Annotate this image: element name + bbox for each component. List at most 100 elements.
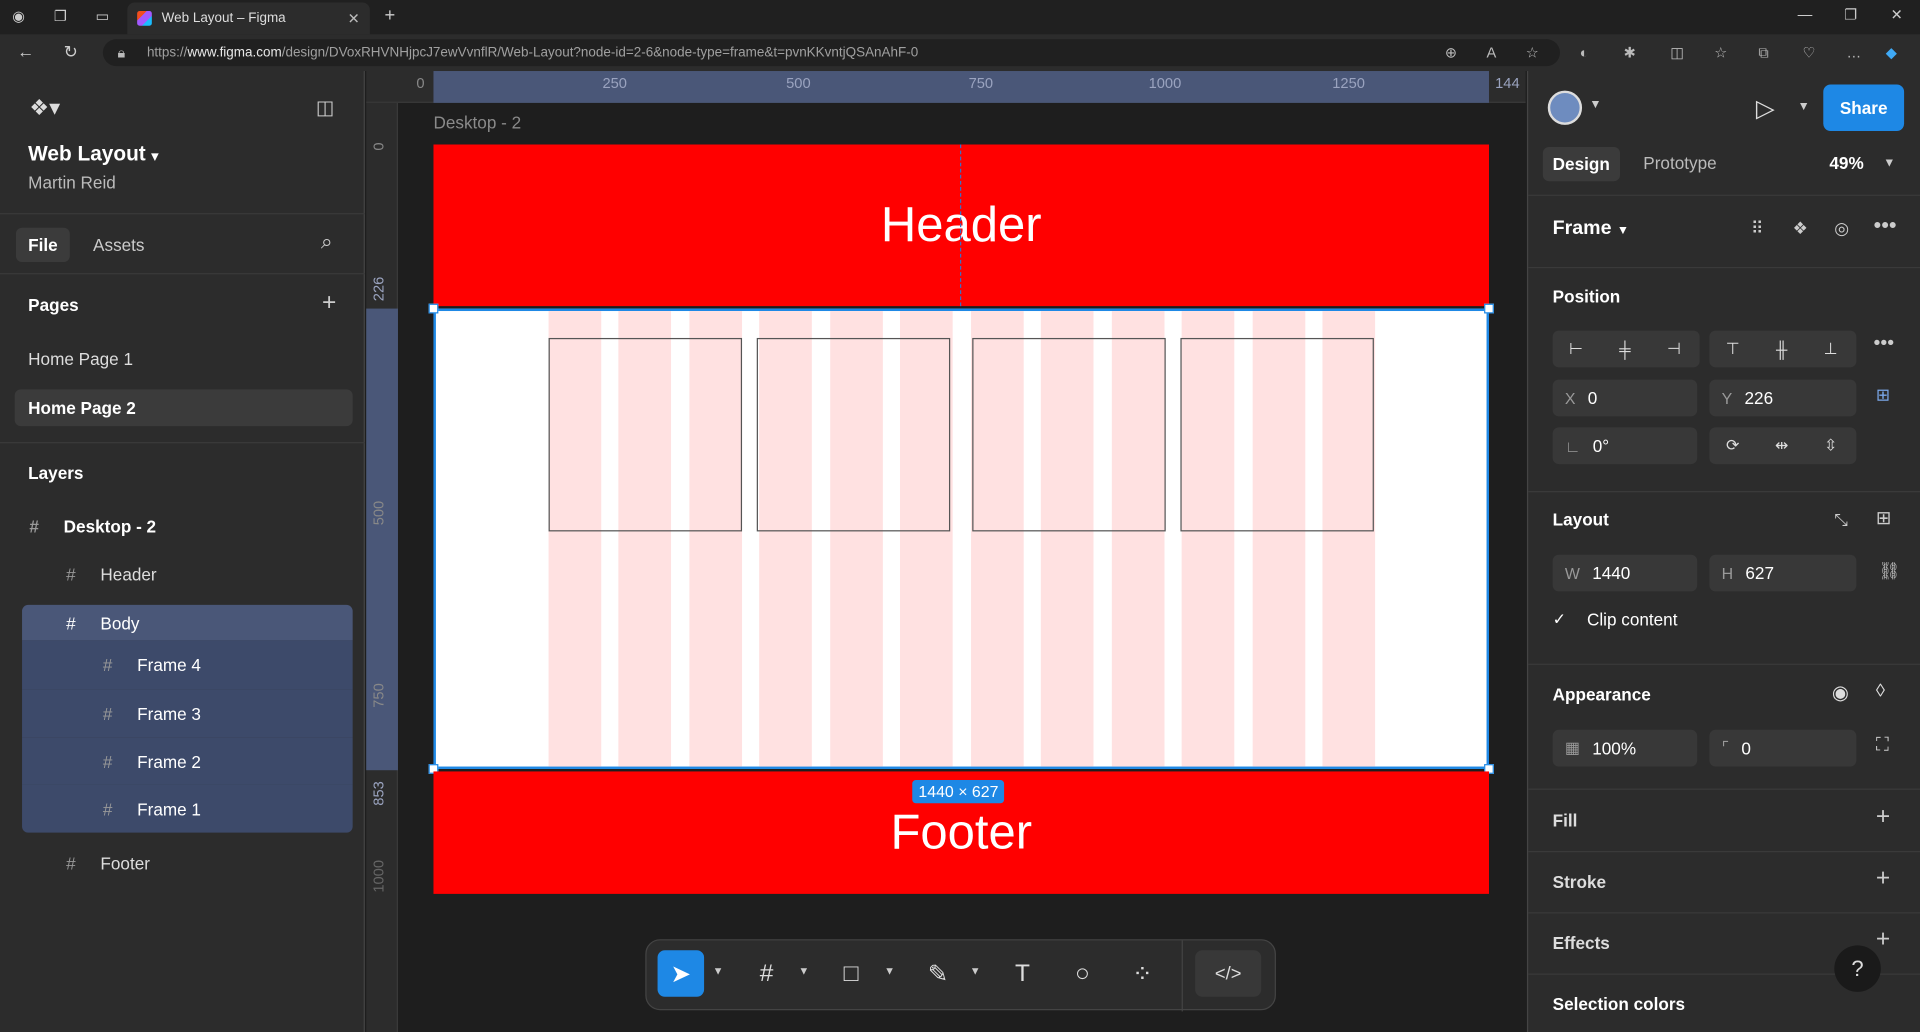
toggle-sidebar-icon[interactable]: ◫	[316, 96, 335, 120]
back-icon[interactable]: ←	[17, 42, 34, 62]
new-tab-icon[interactable]: +	[384, 5, 395, 26]
collections-icon[interactable]: ⧉	[1758, 44, 1769, 62]
avatar[interactable]	[1547, 90, 1583, 125]
canvas[interactable]: 0 250 500 750 1000 1250 144 0 226 500 75…	[366, 71, 1526, 1032]
component-icon[interactable]: ❖	[1793, 218, 1808, 239]
layer-header[interactable]: # Header	[22, 556, 353, 593]
tab-assets[interactable]: Assets	[93, 235, 144, 255]
grid-icon[interactable]: ⠿	[1751, 218, 1764, 239]
add-page-icon[interactable]: +	[322, 289, 336, 317]
extension-icon[interactable]: ◐	[1580, 44, 1589, 61]
layout-grid-icon[interactable]: ⊞	[1876, 507, 1891, 529]
zoom-level[interactable]: 49%	[1829, 153, 1863, 173]
layer-frame-4[interactable]: # Frame 4	[22, 640, 353, 690]
tab-file[interactable]: File	[15, 227, 70, 263]
width-field[interactable]: W 1440	[1552, 554, 1698, 592]
body-frame[interactable]	[433, 308, 1489, 769]
layer-frame-1[interactable]: # Frame 1	[22, 784, 353, 833]
layer-desktop-2[interactable]: # Desktop - 2	[22, 508, 353, 545]
profile-icon[interactable]: ◉	[12, 7, 25, 24]
constraints-icon[interactable]: ⊞	[1876, 384, 1890, 405]
align-bottom-icon[interactable]: ⊥	[1807, 331, 1854, 368]
close-window-icon[interactable]: ✕	[1891, 6, 1903, 23]
pen-tool-icon[interactable]: ✎	[915, 950, 962, 997]
layer-footer[interactable]: # Footer	[22, 845, 353, 882]
workspaces-icon[interactable]: ❐	[54, 7, 67, 24]
visibility-eye-icon[interactable]: ◉	[1832, 681, 1849, 705]
corner-radius-field[interactable]: ⌜ 0	[1709, 729, 1857, 767]
copilot-icon[interactable]: ◆	[1886, 44, 1897, 61]
chevron-down-icon[interactable]: ▼	[713, 965, 724, 977]
frame-2-box[interactable]	[756, 337, 951, 532]
frame-1-box[interactable]	[548, 337, 743, 532]
favorite-star-icon[interactable]: ☆	[1526, 44, 1539, 61]
read-aloud-icon[interactable]: A	[1487, 44, 1497, 61]
resize-handle-top-right[interactable]	[1484, 303, 1494, 314]
share-button[interactable]: Share	[1823, 84, 1905, 132]
split-screen-icon[interactable]: ◫	[1670, 44, 1684, 61]
rotation-field[interactable]: ∟ 0°	[1552, 427, 1698, 465]
browser-essentials-icon[interactable]: ♡	[1802, 44, 1815, 61]
align-left-icon[interactable]: ⊢	[1553, 331, 1600, 368]
figma-menu-icon[interactable]: ❖▾	[29, 96, 60, 122]
close-tab-icon[interactable]: ✕	[348, 10, 360, 27]
actions-tool-icon[interactable]: ⁘	[1119, 950, 1166, 997]
independent-corners-icon[interactable]: ⛶	[1876, 735, 1889, 756]
frame-3-box[interactable]	[972, 337, 1166, 532]
rectangle-tool-icon[interactable]: □	[828, 950, 875, 997]
search-icon[interactable]: ⌕	[321, 230, 333, 254]
favorites-icon[interactable]: ☆	[1714, 44, 1727, 61]
add-stroke-icon[interactable]: +	[1876, 864, 1890, 892]
header-frame[interactable]: Header	[433, 144, 1489, 307]
zoom-page-icon[interactable]: ⊕	[1445, 44, 1457, 61]
layer-body[interactable]: # Body	[22, 604, 353, 641]
layer-frame-3[interactable]: # Frame 3	[22, 689, 353, 738]
more-align-icon[interactable]: •••	[1873, 333, 1894, 355]
y-field[interactable]: Y 226	[1709, 379, 1857, 417]
opacity-field[interactable]: ▦ 100%	[1552, 729, 1698, 767]
align-right-icon[interactable]: ⊣	[1651, 331, 1698, 368]
dev-mode-icon[interactable]: </>	[1195, 950, 1262, 997]
address-bar[interactable]: https://www.figma.com/design/DVoxRHVNHjp…	[102, 39, 1561, 67]
tab-actions-icon[interactable]: ▭	[96, 7, 110, 24]
chevron-down-icon[interactable]: ▼	[1589, 98, 1601, 111]
page-item-home-page-1[interactable]: Home Page 1	[15, 340, 353, 377]
present-play-icon[interactable]: ▷	[1756, 93, 1775, 124]
minimize-icon[interactable]: —	[1798, 6, 1813, 23]
mask-icon[interactable]: ◎	[1834, 218, 1849, 239]
chevron-down-icon[interactable]: ▼	[970, 965, 981, 977]
align-top-icon[interactable]: ⊤	[1709, 331, 1756, 368]
refresh-icon[interactable]: ↻	[64, 42, 78, 63]
clip-content-checkbox[interactable]: ✓ Clip content	[1553, 610, 1678, 630]
browser-tab[interactable]: Web Layout – Figma ✕	[127, 2, 370, 35]
frame-4-box[interactable]	[1180, 337, 1374, 532]
chevron-down-icon[interactable]: ▼	[1883, 157, 1895, 170]
text-tool-icon[interactable]: T	[999, 950, 1046, 997]
x-field[interactable]: X0	[1552, 379, 1698, 417]
lock-icon[interactable]: 🔒︎	[118, 44, 126, 62]
chevron-down-icon[interactable]: ▼	[1798, 100, 1810, 113]
flip-vertical-icon[interactable]: ⇳	[1807, 427, 1854, 464]
comment-tool-icon[interactable]: ○	[1059, 950, 1106, 997]
chevron-down-icon[interactable]: ▼	[798, 965, 809, 977]
add-effect-icon[interactable]: +	[1876, 926, 1890, 954]
auto-layout-icon[interactable]: ⤡	[1834, 509, 1848, 530]
constrain-proportions-icon[interactable]: ⛓	[1878, 561, 1900, 582]
layer-frame-2[interactable]: # Frame 2	[22, 737, 353, 785]
move-tool-icon[interactable]: ➤	[657, 950, 705, 997]
tab-prototype[interactable]: Prototype	[1643, 153, 1716, 173]
file-title[interactable]: Web Layout ▾	[28, 142, 158, 166]
flip-horizontal-icon[interactable]: ⇹	[1758, 427, 1805, 464]
height-field[interactable]: H 627	[1709, 554, 1857, 592]
tab-design[interactable]: Design	[1542, 146, 1620, 182]
extensions-puzzle-icon[interactable]: ✱	[1624, 44, 1636, 61]
frame-type-dropdown[interactable]: Frame ▼	[1553, 218, 1629, 240]
align-center-vertical-icon[interactable]: ╫	[1758, 331, 1805, 368]
frame-label[interactable]: Desktop - 2	[433, 113, 521, 133]
chevron-down-icon[interactable]: ▼	[884, 965, 895, 977]
restore-icon[interactable]: ❐	[1844, 6, 1857, 23]
align-center-horizontal-icon[interactable]: ╪	[1602, 331, 1649, 368]
resize-handle-top-left[interactable]	[428, 303, 439, 314]
page-item-home-page-2[interactable]: Home Page 2	[14, 389, 353, 427]
rotate-icon[interactable]: ⟳	[1709, 427, 1756, 464]
